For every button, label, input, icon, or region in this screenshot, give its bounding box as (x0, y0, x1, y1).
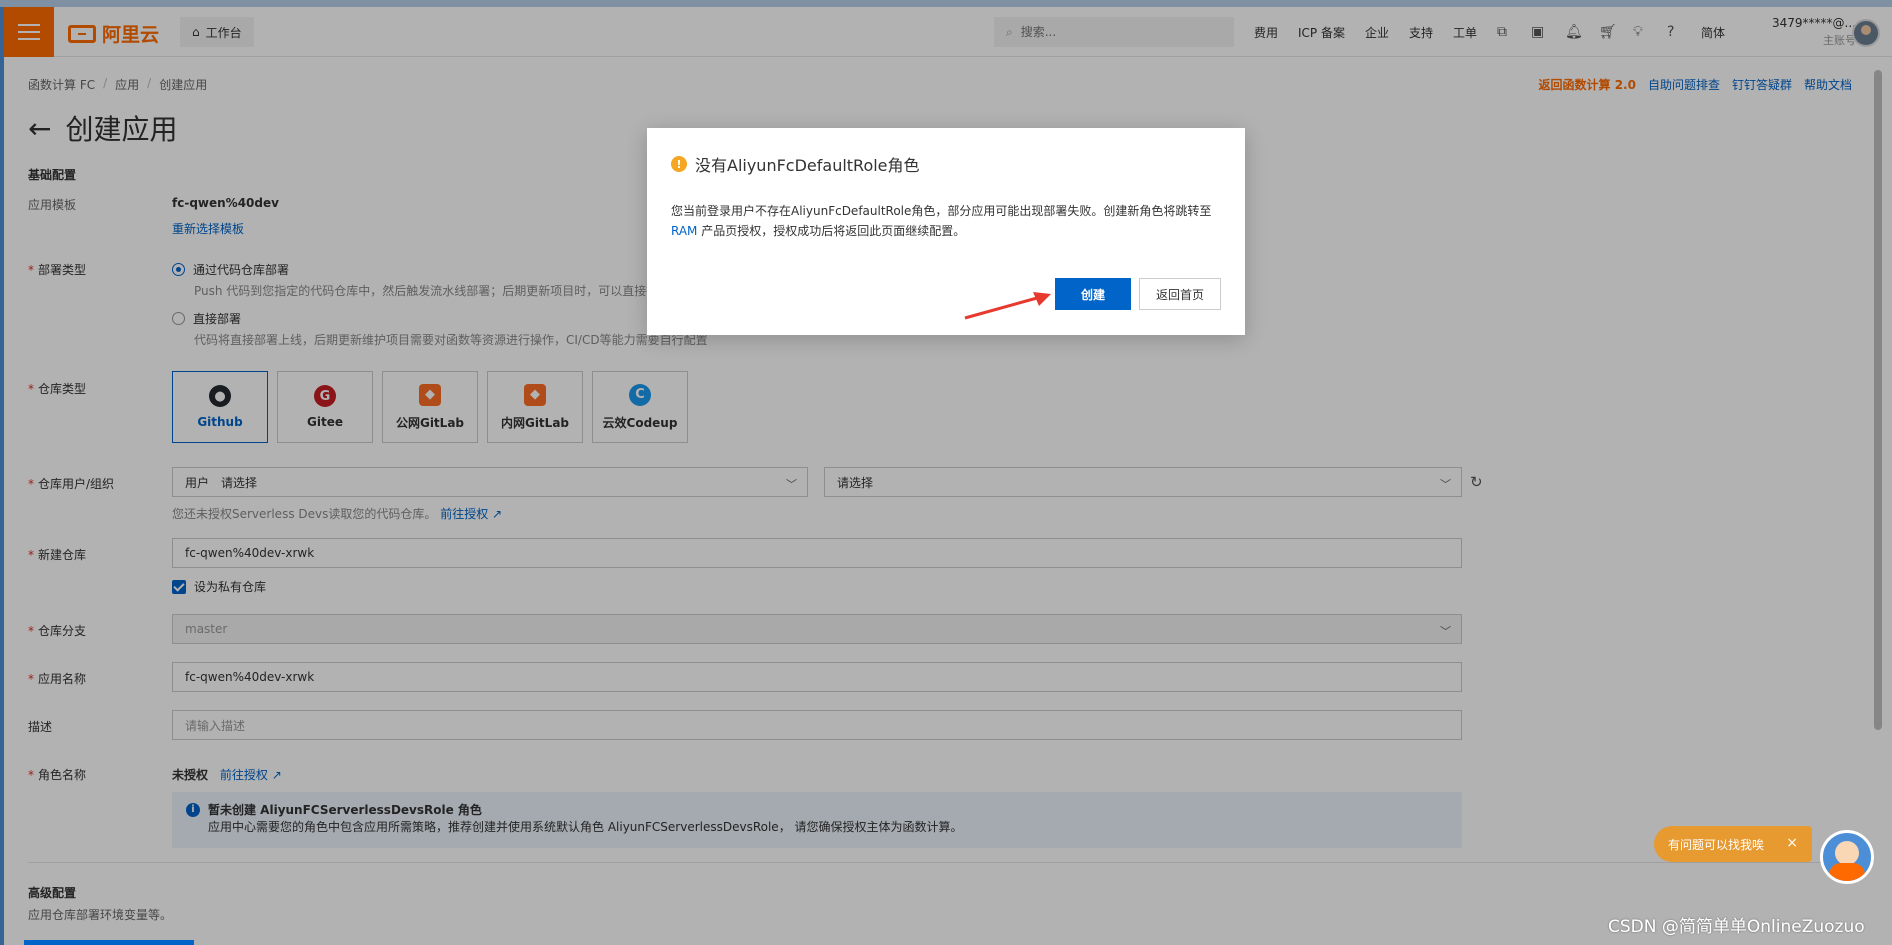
watermark: CSDN @简简单单OnlineZuozuo (1608, 917, 1865, 937)
dialog-title: ! 没有AliyunFcDefaultRole角色 (671, 152, 920, 176)
help-bubble[interactable]: 有问题可以找我唉 × (1654, 826, 1812, 862)
bottom-progress-strip (24, 940, 194, 945)
arrow-shaft (964, 296, 1038, 320)
back-home-button[interactable]: 返回首页 (1139, 278, 1221, 310)
missing-role-dialog: ! 没有AliyunFcDefaultRole角色 您当前登录用户不存在Aliy… (647, 128, 1245, 335)
help-bubble-text: 有问题可以找我唉 (1668, 837, 1765, 852)
dialog-body-suffix: 产品页授权，授权成功后将返回此页面继续配置。 (697, 224, 966, 238)
close-icon[interactable]: × (1786, 835, 1798, 851)
dialog-body: 您当前登录用户不存在AliyunFcDefaultRole角色，部分应用可能出现… (671, 201, 1227, 241)
ram-link[interactable]: RAM (671, 224, 697, 238)
warning-icon: ! (671, 156, 687, 172)
create-role-button[interactable]: 创建 (1055, 278, 1131, 310)
assistant-face (1835, 841, 1859, 865)
dialog-title-text: 没有AliyunFcDefaultRole角色 (695, 156, 920, 175)
dialog-body-prefix: 您当前登录用户不存在AliyunFcDefaultRole角色，部分应用可能出现… (671, 204, 1212, 218)
assistant-body (1829, 863, 1865, 881)
assistant-avatar[interactable] (1820, 830, 1874, 884)
red-arrow-annotation (964, 292, 1051, 320)
